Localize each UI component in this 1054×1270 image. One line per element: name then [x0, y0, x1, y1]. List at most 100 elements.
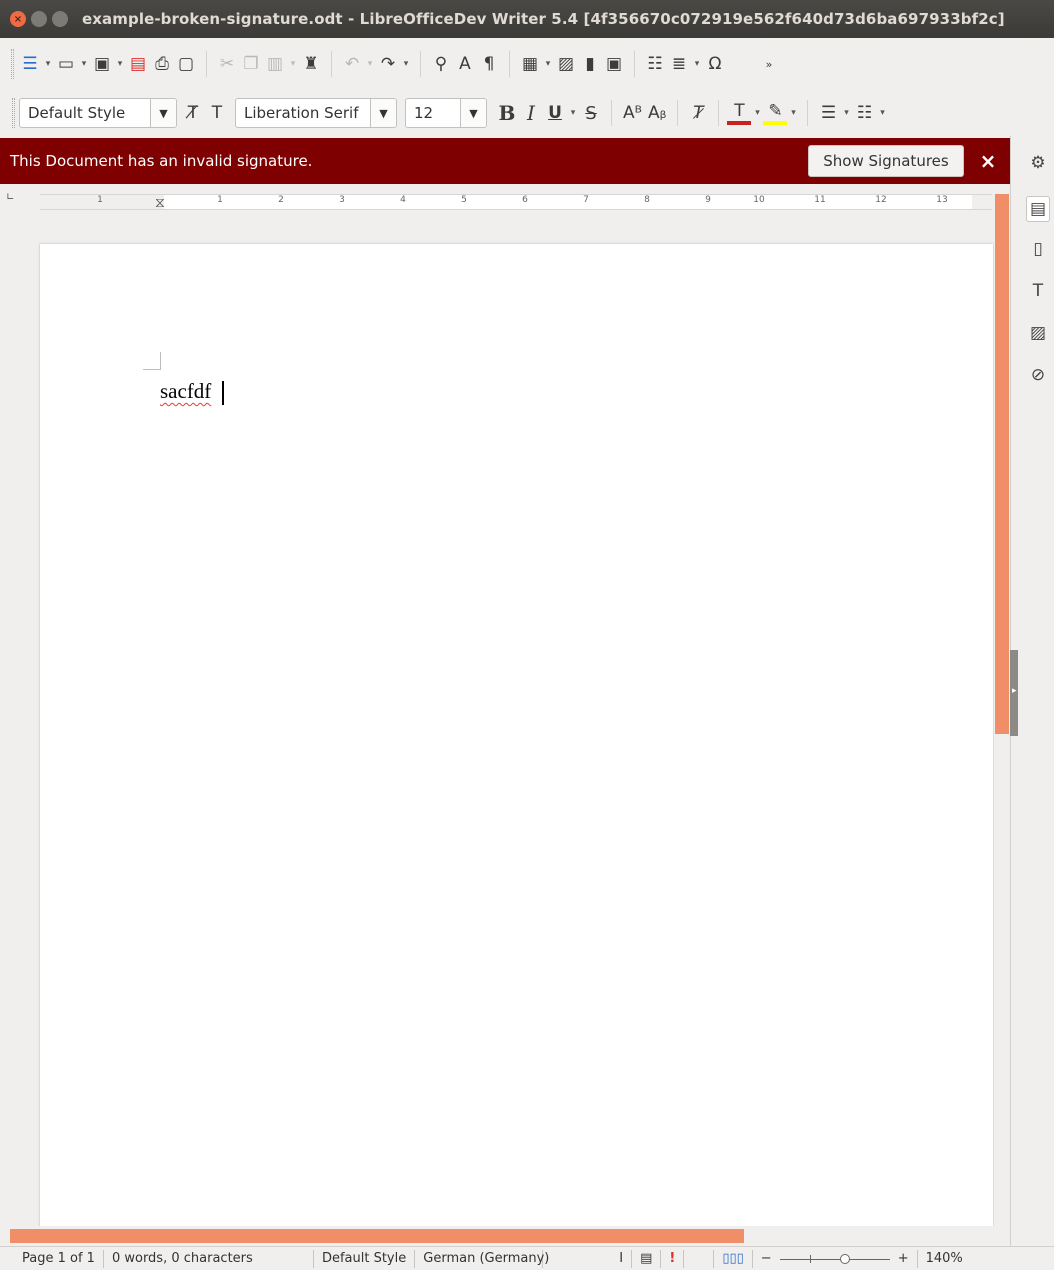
sidebar-settings-icon[interactable]: ⚙ — [1026, 150, 1050, 176]
clear-formatting-icon[interactable]: T̷ — [686, 99, 710, 127]
toolbar-grip[interactable] — [11, 49, 14, 79]
sidebar-properties-icon[interactable]: ▤ — [1026, 196, 1050, 222]
update-style-icon[interactable]: T̸ — [181, 99, 205, 127]
sidebar-navigator-icon[interactable]: ⊘ — [1026, 362, 1050, 388]
font-name-combo[interactable]: Liberation Serif ▼ — [235, 98, 397, 128]
paragraph-style-value[interactable]: Default Style — [20, 104, 150, 122]
bold-button[interactable]: B — [495, 99, 519, 127]
vertical-scrollbar[interactable] — [994, 186, 1010, 1226]
font-color-dropdown-arrow[interactable]: ▾ — [751, 108, 763, 118]
zoom-slider[interactable] — [779, 1250, 890, 1268]
status-language[interactable]: German (Germany) — [415, 1249, 549, 1268]
ruler-strip[interactable]: 1 1 2 3 4 5 6 7 8 9 10 11 12 13 ⧖ — [40, 194, 992, 211]
sidebar-styles-icon[interactable]: T — [1026, 278, 1050, 304]
insert-field-icon[interactable]: ≣ — [667, 50, 691, 78]
status-document-modified-icon[interactable]: ! — [661, 1249, 685, 1268]
open-folder-icon[interactable]: ▭ — [54, 50, 78, 78]
formatting-toolbar: Default Style ▼ T̸ T Liberation Serif ▼ … — [0, 90, 1054, 136]
numbered-list-dropdown-arrow[interactable]: ▾ — [876, 108, 888, 118]
infobar-close-icon[interactable]: × — [976, 148, 1000, 174]
strikethrough-button[interactable]: S — [579, 99, 603, 127]
underline-button[interactable]: U — [543, 99, 567, 127]
sidebar-gallery-icon[interactable]: ▨ — [1026, 320, 1050, 346]
new-document-icon[interactable]: ☰ — [18, 50, 42, 78]
zoom-slider-mark — [809, 1254, 811, 1263]
insert-special-character-icon[interactable]: Ω — [703, 50, 727, 78]
print-preview-icon[interactable]: ▢ — [174, 50, 198, 78]
font-size-combo[interactable]: 12 ▼ — [405, 98, 487, 128]
field-dropdown-arrow[interactable]: ▾ — [691, 59, 703, 69]
save-icon[interactable]: ▣ — [90, 50, 114, 78]
document-page[interactable]: sacfdf — [40, 244, 993, 1226]
status-word-count[interactable]: 0 words, 0 characters — [104, 1249, 314, 1268]
status-zoom-value[interactable]: 140% — [918, 1250, 971, 1268]
toolbar-grip[interactable] — [12, 98, 15, 128]
status-insert-mode-icon[interactable]: I — [611, 1249, 633, 1268]
italic-button[interactable]: I — [519, 99, 543, 127]
undo-dropdown-arrow[interactable]: ▾ — [364, 59, 376, 69]
undo-icon[interactable]: ↶ — [340, 50, 364, 78]
chevron-down-icon[interactable]: ▼ — [460, 99, 486, 127]
cut-icon[interactable]: ✂ — [215, 50, 239, 78]
indent-marker-icon[interactable]: ⧖ — [155, 195, 165, 211]
status-page-style[interactable]: Default Style — [314, 1249, 416, 1268]
paste-icon[interactable]: ▥ — [263, 50, 287, 78]
superscript-icon[interactable]: Aᴮ — [620, 99, 645, 127]
bullet-list-icon[interactable]: ☰ — [816, 99, 840, 127]
status-page[interactable]: Page 1 of 1 — [0, 1249, 104, 1268]
highlight-color-icon[interactable]: ✎ — [763, 101, 788, 125]
status-selection-mode-icon[interactable]: ▤ — [632, 1249, 662, 1268]
chevron-down-icon[interactable]: ▼ — [370, 99, 396, 127]
new-style-icon[interactable]: T — [205, 99, 229, 127]
save-dropdown-arrow[interactable]: ▾ — [114, 59, 126, 69]
redo-icon[interactable]: ↷ — [376, 50, 400, 78]
chevron-right-icon[interactable]: ▸ — [1012, 686, 1017, 696]
sidebar-page-icon[interactable]: ▯ — [1026, 236, 1050, 262]
numbered-list-icon[interactable]: ☷ — [852, 99, 876, 127]
paragraph-style-combo[interactable]: Default Style ▼ — [19, 98, 177, 128]
insert-table-icon[interactable]: ▦ — [518, 50, 542, 78]
horizontal-scrollbar-thumb[interactable] — [10, 1229, 744, 1243]
document-canvas[interactable]: sacfdf — [0, 214, 994, 1226]
vertical-scrollbar-thumb[interactable] — [995, 194, 1009, 734]
ruler-number: 2 — [278, 195, 284, 205]
window-close-button[interactable]: × — [10, 11, 26, 27]
find-replace-icon[interactable]: ⚲ — [429, 50, 453, 78]
chevron-down-icon[interactable]: ▼ — [150, 99, 176, 127]
highlight-dropdown-arrow[interactable]: ▾ — [787, 108, 799, 118]
insert-chart-icon[interactable]: ▮ — [578, 50, 602, 78]
document-text[interactable]: sacfdf — [160, 379, 211, 404]
insert-page-break-icon[interactable]: ☷ — [643, 50, 667, 78]
status-signature-icon[interactable] — [684, 1249, 715, 1268]
export-pdf-icon[interactable]: ▤ — [126, 50, 150, 78]
font-name-value[interactable]: Liberation Serif — [236, 104, 370, 122]
tab-stop-type-icon[interactable]: ∟ — [6, 192, 14, 203]
show-signatures-button[interactable]: Show Signatures — [808, 145, 964, 177]
subscript-icon[interactable]: Aᵦ — [645, 99, 669, 127]
zoom-slider-knob[interactable] — [839, 1253, 850, 1264]
font-color-icon[interactable]: T — [727, 101, 752, 125]
spelling-icon[interactable]: A — [453, 50, 477, 78]
table-dropdown-arrow[interactable]: ▾ — [542, 59, 554, 69]
status-view-layout-icons[interactable]: ▯▯▯ — [714, 1249, 753, 1268]
open-dropdown-arrow[interactable]: ▾ — [78, 59, 90, 69]
clone-formatting-icon[interactable]: ♜ — [299, 50, 323, 78]
window-minimize-button[interactable] — [31, 11, 47, 27]
print-icon[interactable]: ⎙ — [150, 50, 174, 78]
bullet-list-dropdown-arrow[interactable]: ▾ — [840, 108, 852, 118]
redo-dropdown-arrow[interactable]: ▾ — [400, 59, 412, 69]
zoom-out-button[interactable]: − — [753, 1250, 780, 1268]
new-dropdown-arrow[interactable]: ▾ — [42, 59, 54, 69]
insert-image-icon[interactable]: ▨ — [554, 50, 578, 78]
underline-dropdown-arrow[interactable]: ▾ — [567, 108, 579, 118]
insert-text-box-icon[interactable]: ▣ — [602, 50, 626, 78]
horizontal-ruler[interactable]: ∟ 1 1 2 3 4 5 6 7 8 9 10 11 12 13 ⧖ — [0, 186, 1012, 214]
formatting-marks-icon[interactable]: ¶ — [477, 50, 501, 78]
window-maximize-button[interactable] — [52, 11, 68, 27]
copy-icon[interactable]: ❐ — [239, 50, 263, 78]
toolbar-overflow-icon[interactable]: » — [757, 50, 781, 78]
horizontal-scrollbar[interactable] — [10, 1228, 994, 1244]
zoom-in-button[interactable]: + — [890, 1249, 918, 1268]
paste-dropdown-arrow[interactable]: ▾ — [287, 59, 299, 69]
font-size-value[interactable]: 12 — [406, 104, 460, 122]
